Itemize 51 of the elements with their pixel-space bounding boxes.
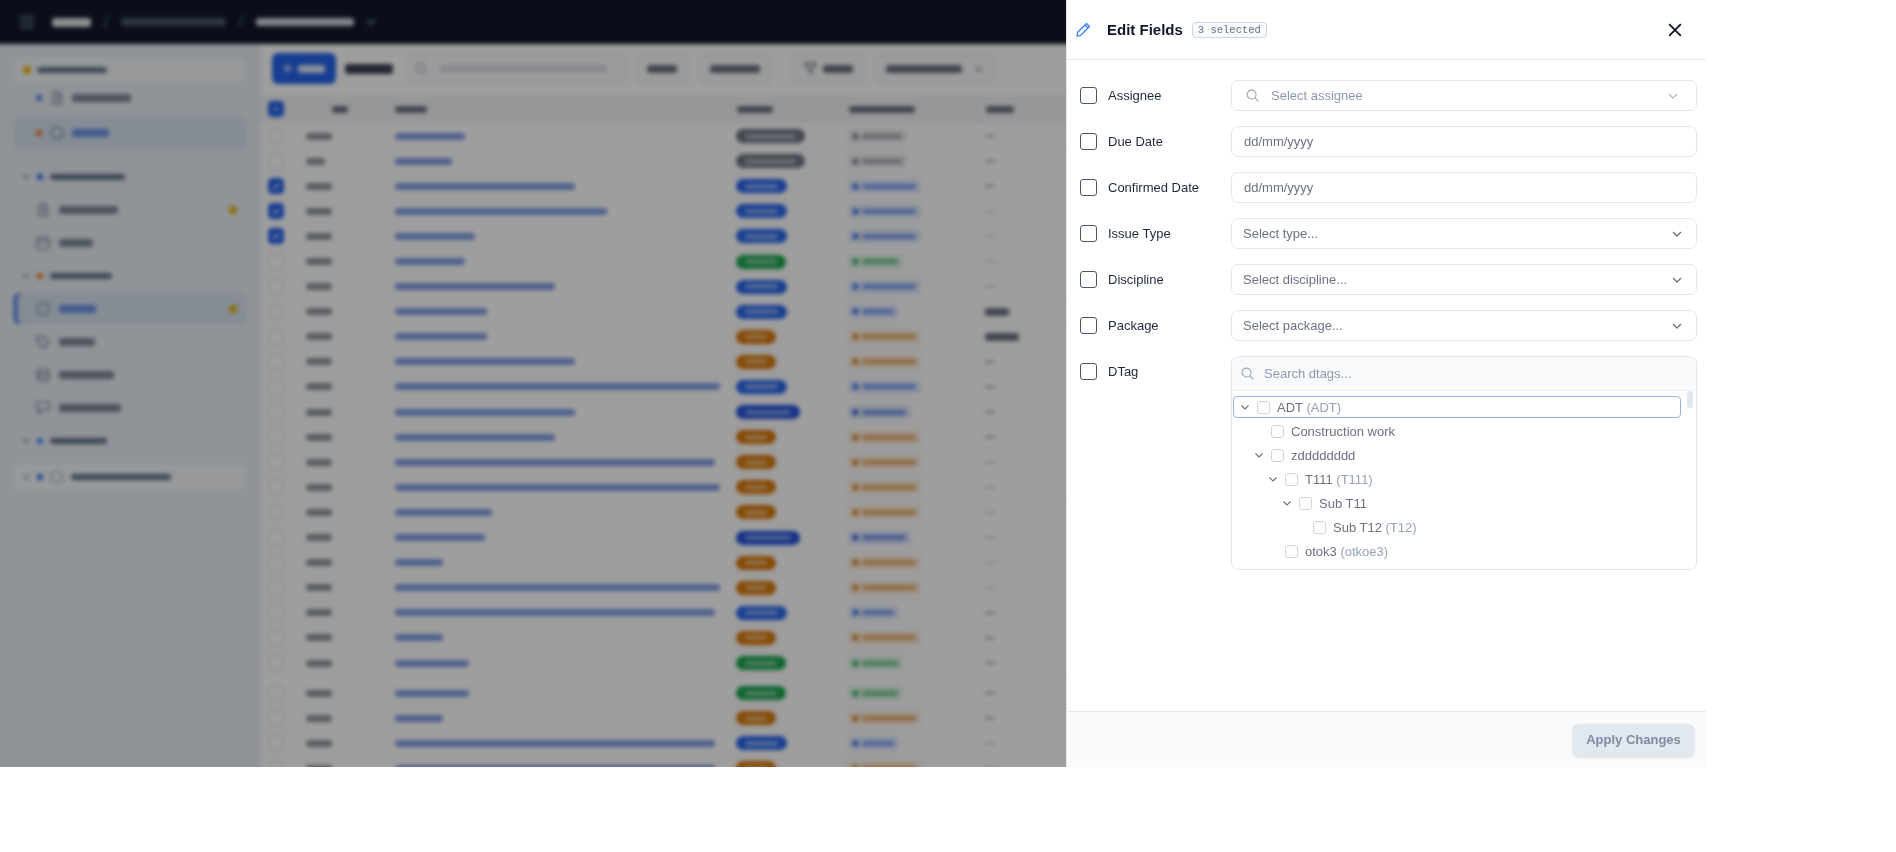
search-icon [1246,89,1259,102]
pencil-icon [1076,22,1091,37]
field-label: Confirmed Date [1108,179,1201,197]
search-field[interactable]: Search dtags... [1232,357,1696,391]
tree-checkbox[interactable] [1257,400,1270,414]
chevron-down-icon [1672,276,1682,283]
field-checkbox[interactable] [1080,133,1097,150]
field-checkbox[interactable] [1080,225,1097,242]
tree-checkbox[interactable] [1299,496,1312,510]
tree-checkbox[interactable] [1285,472,1298,486]
field-checkbox[interactable] [1080,271,1097,288]
tree-item[interactable]: T111 (T111) [1233,468,1681,490]
tree-item[interactable]: ADT (ADT) [1233,396,1681,418]
chevron-down-icon[interactable] [1282,498,1292,508]
tree-checkbox[interactable] [1313,520,1326,534]
chevron-down-icon [1668,92,1678,99]
select-field[interactable]: Select type... [1231,218,1697,249]
select-field[interactable]: Select package... [1231,310,1697,341]
date-field[interactable]: dd/mm/yyyy [1231,126,1697,157]
tree-item[interactable]: otok3 (otkoe3) [1233,540,1681,562]
field-checkbox[interactable] [1080,363,1097,380]
search-icon [1241,367,1254,380]
field-label: Assignee [1108,87,1163,105]
tree-checkbox[interactable] [1271,424,1284,438]
field-checkbox[interactable] [1080,317,1097,334]
tree-checkbox[interactable] [1285,544,1298,558]
tree-item[interactable]: Sub T11 [1233,492,1681,514]
chevron-down-icon [1672,230,1682,237]
chevron-down-icon[interactable] [1268,474,1278,484]
chevron-down-icon[interactable] [1254,450,1264,460]
tree-item[interactable]: Sub T12 (T12) [1233,516,1681,538]
count-badge: 3 selected [1191,21,1267,38]
field-label: Due Date [1108,133,1164,151]
field-label: Package [1108,317,1160,335]
select-field[interactable]: Select assignee [1231,80,1697,111]
tree-item[interactable]: Construction work [1233,420,1681,442]
field-label: Issue Type [1108,225,1172,243]
field-label: DTag [1108,363,1140,381]
chevron-down-icon[interactable] [1240,402,1250,412]
tree-checkbox[interactable] [1271,448,1284,462]
tree-item[interactable]: zdddddddd [1233,444,1681,466]
select-field[interactable]: Select discipline... [1231,264,1697,295]
scrollbar-thumb[interactable] [1687,391,1693,408]
chevron-down-icon [1672,322,1682,329]
date-field[interactable]: dd/mm/yyyy [1231,172,1697,203]
field-label: Discipline [1108,271,1165,289]
panel-title: Edit Fields [1107,21,1183,38]
close-button[interactable] [1668,22,1682,37]
field-checkbox[interactable] [1080,179,1097,196]
field-checkbox[interactable] [1080,87,1097,104]
close-icon [1668,22,1682,37]
